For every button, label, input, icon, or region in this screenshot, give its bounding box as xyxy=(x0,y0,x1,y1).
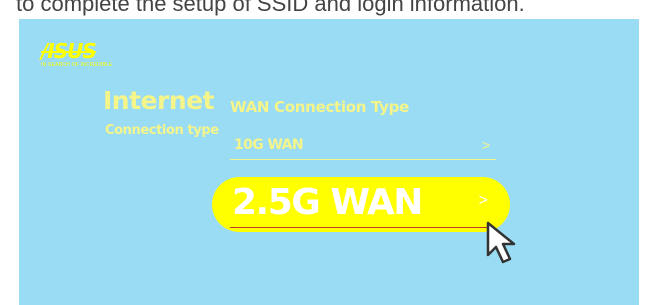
option-2-5g-wan-label: 2.5G WAN xyxy=(232,182,423,223)
option-10g-wan[interactable]: 10G WAN > xyxy=(230,137,496,160)
section-subtitle: Connection type xyxy=(105,123,219,138)
option-10g-wan-label: 10G WAN xyxy=(234,137,304,153)
mouse-pointer-icon xyxy=(486,221,516,264)
asus-logo: /ISUS IN SEARCH OF INCREDIBLE xyxy=(41,39,113,68)
chevron-right-icon: > xyxy=(478,192,488,209)
chevron-right-icon: > xyxy=(481,137,490,153)
logo-tagline: IN SEARCH OF INCREDIBLE xyxy=(41,62,113,68)
section-title: Internet xyxy=(103,86,215,115)
logo-wordmark: /ISUS xyxy=(41,39,97,63)
instruction-caption: to complete the setup of SSID and login … xyxy=(16,0,525,16)
option-2-5g-wan-button[interactable]: 2.5G WAN > xyxy=(212,177,510,232)
router-setup-panel: /ISUS IN SEARCH OF INCREDIBLE Internet C… xyxy=(19,19,639,305)
wan-connection-type-heading: WAN Connection Type xyxy=(230,98,409,116)
selection-underline xyxy=(230,227,488,228)
